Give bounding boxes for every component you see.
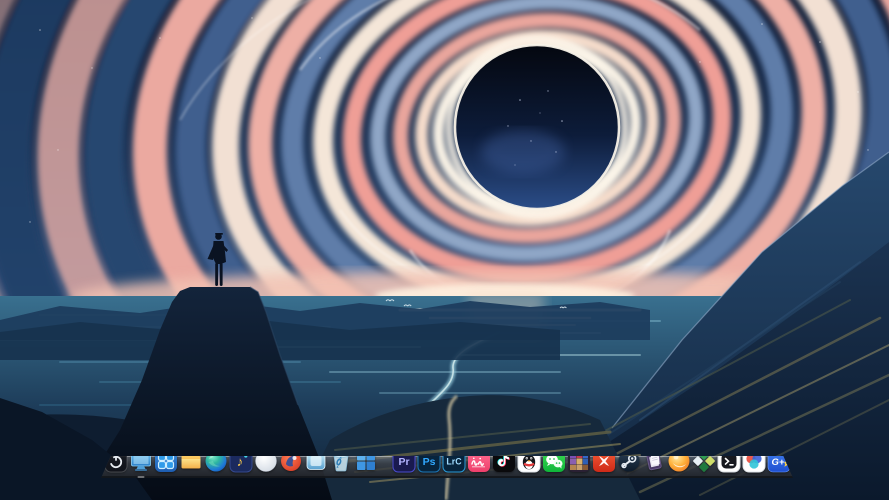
running-indicator [137,476,144,478]
svg-text:Ps: Ps [422,456,435,468]
svg-text:♪: ♪ [236,454,243,469]
dock: ♪ Pr Ps LrC G+ [101,456,793,478]
wallpaper [0,0,889,500]
desktop: ♪ Pr Ps LrC G+ [0,0,889,500]
svg-text:LrC: LrC [446,457,462,467]
svg-text:Pr: Pr [398,456,409,468]
svg-text:G+: G+ [771,457,784,468]
